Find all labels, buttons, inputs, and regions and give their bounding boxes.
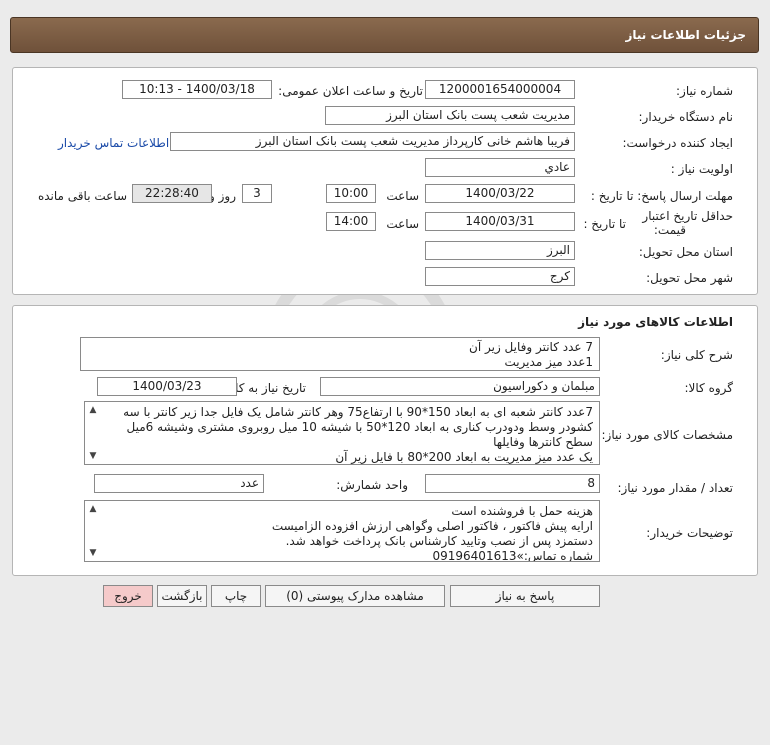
back-button[interactable]: بازگشت [157,585,207,607]
validity-time-label: ساعت [386,217,419,231]
validity-date-field: 1400/03/31 [425,212,575,231]
scroll-up-icon[interactable]: ▲ [87,503,99,515]
province-field: البرز [425,241,575,260]
days-label: روز و [209,189,236,203]
spec-line: سطح کانترها وفایلها [493,435,593,449]
notes-line: دستمزد پس از نصب وتایید کارشناس بانک پرد… [285,534,593,548]
creator-label: ایجاد کننده درخواست: [622,136,733,150]
city-field: کرج [425,267,575,286]
deadline-date-field: 1400/03/22 [425,184,575,203]
buyer-label: نام دستگاه خریدار: [638,110,734,124]
remaining-time-field: 22:28:40 [132,184,212,203]
page-header: جزئیات اطلاعات نیاز [10,17,759,53]
qty-field: 8 [425,474,600,493]
need-date-field: 1400/03/23 [97,377,237,396]
summary-line: 7 عدد کانتر وفایل زیر آن [469,340,593,354]
spec-label: مشخصات کالای مورد نیاز: [601,428,733,442]
summary-textarea: 7 عدد کانتر وفایل زیر آن 1عدد میز مدیریت [80,337,600,371]
priority-label: اولویت نیاز : [670,162,733,176]
summary-label: شرح کلی نیاز: [660,348,733,362]
need-number-field: 1200001654000004 [425,80,575,99]
unit-label: واحد شمارش: [336,478,408,492]
remaining-time-label: ساعت باقی مانده [37,189,127,203]
exit-button[interactable]: خروج [103,585,153,607]
validity-label-2: قیمت: [653,223,686,237]
deadline-label: مهلت ارسال پاسخ: تا تاریخ : [590,189,733,203]
announce-label: تاریخ و ساعت اعلان عمومی: [278,84,423,98]
buyer-notes-textarea[interactable]: هزینه حمل با فروشنده است ارایه پیش فاکتو… [84,500,600,562]
need-number-label: شماره نیاز: [676,84,733,98]
deadline-time-field: 10:00 [326,184,376,203]
reply-button[interactable]: پاسخ به نیاز [450,585,600,607]
notes-line: هزینه حمل با فروشنده است [451,504,593,518]
goods-section-title: اطلاعات کالاهای مورد نیاز [578,315,733,329]
validity-to-label: تا تاریخ : [583,217,626,231]
spec-line: یک عدد میز مدیریت به ابعاد 200*80 با فای… [335,450,593,464]
spec-textarea[interactable]: 7عدد کانتر شعبه ای به ابعاد 150*90 با ار… [84,401,600,465]
validity-label-1: حداقل تاریخ اعتبار [642,209,733,223]
spec-scrollbar[interactable]: ▲ ▼ [87,404,99,462]
goods-group-label: گروه کالا: [684,381,734,395]
scroll-up-icon[interactable]: ▲ [87,404,99,416]
unit-field: عدد [94,474,264,493]
scroll-down-icon[interactable]: ▼ [87,547,99,559]
validity-time-field: 14:00 [326,212,376,231]
notes-line: ارایه پیش فاکتور ، فاکتور اصلی وگواهی ار… [271,519,593,533]
goods-group-field: مبلمان و دکوراسیون [320,377,600,396]
page-title: جزئیات اطلاعات نیاز [625,28,746,42]
print-button[interactable]: چاپ [211,585,261,607]
creator-field: فریبا هاشم خانی کارپرداز مدیریت شعب پست … [170,132,575,151]
buyer-field: مدیریت شعب پست بانک استان البرز [325,106,575,125]
buyer-contact-link[interactable]: اطلاعات تماس خریدار [58,136,169,150]
spec-line: کشودر وسط ودودرب کناری به ابعاد 120*50 ب… [126,420,593,434]
notes-line: شماره تماس:»09196401613 [432,549,594,562]
buyer-notes-label: توضیحات خریدار: [646,526,733,540]
spec-line: 7عدد کانتر شعبه ای به ابعاد 150*90 با ار… [123,405,593,419]
city-label: شهر محل تحویل: [646,271,733,285]
priority-field: عادي [425,158,575,177]
summary-line: 1عدد میز مدیریت [504,355,593,369]
days-remaining-field: 3 [242,184,272,203]
need-info-panel [12,67,758,295]
deadline-time-label: ساعت [386,189,419,203]
attachments-button[interactable]: مشاهده مدارک پیوستی (0) [265,585,445,607]
province-label: استان محل تحویل: [638,245,733,259]
notes-scrollbar[interactable]: ▲ ▼ [87,503,99,559]
scroll-down-icon[interactable]: ▼ [87,450,99,462]
announce-field: 1400/03/18 - 10:13 [122,80,272,99]
qty-label: تعداد / مقدار مورد نیاز: [617,481,733,495]
